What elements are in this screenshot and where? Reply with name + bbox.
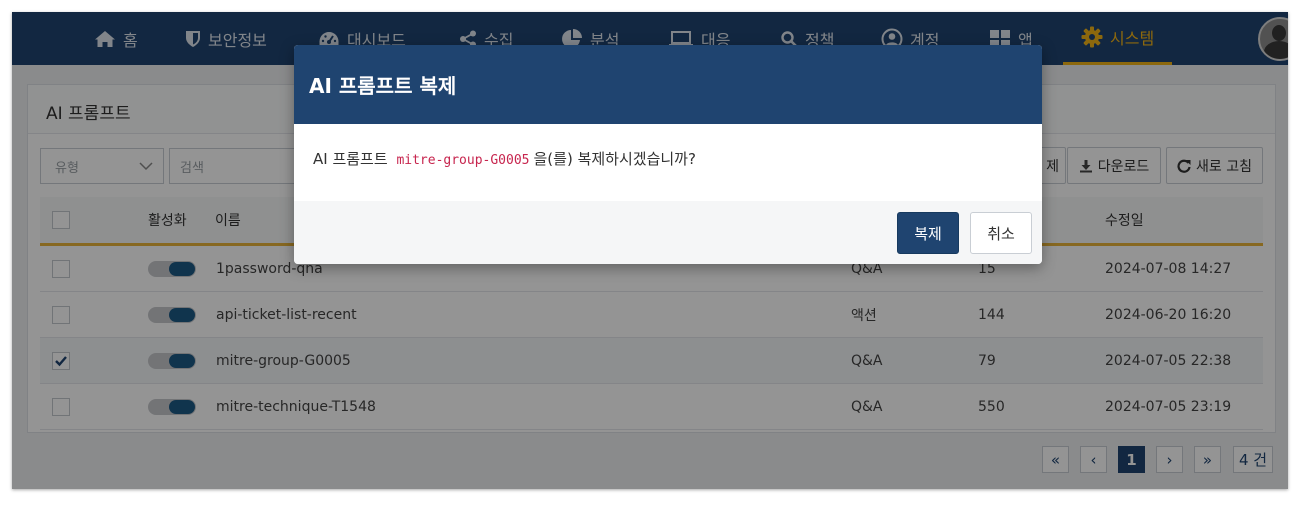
dialog-message-suffix: 을(를) 복제하시겠습니까? xyxy=(533,150,696,168)
copy-button[interactable]: 복제 xyxy=(897,212,959,254)
dialog-header: AI 프롬프트 복제 xyxy=(294,45,1042,124)
cancel-button[interactable]: 취소 xyxy=(970,212,1032,254)
dialog-title: AI 프롬프트 복제 xyxy=(309,74,457,98)
copy-prompt-dialog: AI 프롬프트 복제 AI 프롬프트 mitre-group-G0005 을(를)… xyxy=(294,45,1042,264)
dialog-body: AI 프롬프트 mitre-group-G0005 을(를) 복제하시겠습니까? xyxy=(294,124,1042,202)
dialog-footer: 복제 취소 xyxy=(294,201,1042,264)
dialog-message: AI 프롬프트 mitre-group-G0005 을(를) 복제하시겠습니까? xyxy=(313,148,696,169)
dialog-message-prefix: AI 프롬프트 xyxy=(313,150,388,168)
dialog-message-code: mitre-group-G0005 xyxy=(396,153,530,168)
